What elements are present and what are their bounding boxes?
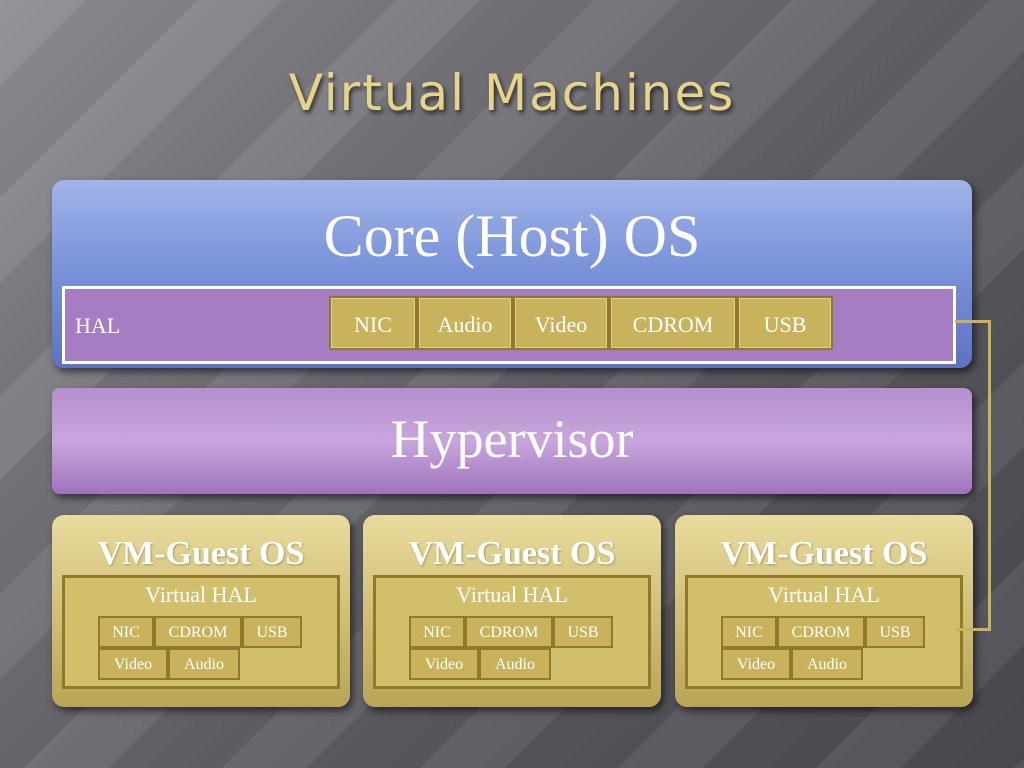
host-device-audio: Audio	[417, 296, 513, 350]
virtual-device-row: Video Audio	[98, 648, 240, 680]
virtual-device-video: Video	[721, 648, 791, 680]
virtual-device-video: Video	[98, 648, 168, 680]
virtual-device-cdrom: CDROM	[777, 616, 865, 648]
guest-os-box-3: VM-Guest OS Virtual HAL NIC CDROM USB Vi…	[675, 515, 973, 707]
guest-os-box-1: VM-Guest OS Virtual HAL NIC CDROM USB Vi…	[52, 515, 350, 707]
virtual-device-audio: Audio	[791, 648, 863, 680]
host-device-usb: USB	[737, 296, 833, 350]
hal-to-guest-connector	[955, 320, 991, 631]
virtual-device-usb: USB	[865, 616, 925, 648]
guest-os-title: VM-Guest OS	[97, 535, 305, 572]
host-device-video: Video	[513, 296, 609, 350]
virtual-device-row: Video Audio	[721, 648, 863, 680]
guest-os-title: VM-Guest OS	[408, 535, 616, 572]
hypervisor-box: Hypervisor	[52, 388, 972, 494]
host-device-cdrom: CDROM	[609, 296, 737, 350]
virtual-hal-box: Virtual HAL NIC CDROM USB Video Audio	[62, 575, 340, 689]
guest-os-title: VM-Guest OS	[720, 535, 928, 572]
virtual-device-nic: NIC	[409, 616, 465, 648]
virtual-hal-box: Virtual HAL NIC CDROM USB Video Audio	[373, 575, 651, 689]
host-os-title: Core (Host) OS	[323, 203, 701, 269]
virtual-device-cdrom: CDROM	[154, 616, 242, 648]
virtual-hal-box: Virtual HAL NIC CDROM USB Video Audio	[685, 575, 963, 689]
virtual-device-audio: Audio	[479, 648, 551, 680]
host-os-box: Core (Host) OS HAL NIC Audio Video CDROM…	[52, 180, 972, 368]
virtual-device-cdrom: CDROM	[465, 616, 553, 648]
host-device-list: NIC Audio Video CDROM USB	[329, 296, 833, 350]
virtual-device-nic: NIC	[721, 616, 777, 648]
virtual-device-usb: USB	[553, 616, 613, 648]
virtual-hal-label: Virtual HAL	[456, 582, 568, 607]
virtual-device-row: NIC CDROM USB	[409, 616, 613, 648]
virtual-device-row: Video Audio	[409, 648, 551, 680]
slide-title: Virtual Machines	[288, 64, 736, 122]
hypervisor-title: Hypervisor	[390, 409, 634, 469]
virtual-device-video: Video	[409, 648, 479, 680]
virtual-device-audio: Audio	[168, 648, 240, 680]
virtual-hal-label: Virtual HAL	[768, 582, 880, 607]
guest-os-box-2: VM-Guest OS Virtual HAL NIC CDROM USB Vi…	[363, 515, 661, 707]
virtual-hal-label: Virtual HAL	[145, 582, 257, 607]
virtual-device-usb: USB	[242, 616, 302, 648]
virtual-device-nic: NIC	[98, 616, 154, 648]
host-device-nic: NIC	[329, 296, 417, 350]
virtual-device-row: NIC CDROM USB	[98, 616, 302, 648]
virtual-device-row: NIC CDROM USB	[721, 616, 925, 648]
host-hal-label: HAL	[75, 313, 121, 338]
host-hal-box: HAL NIC Audio Video CDROM USB	[62, 286, 956, 364]
